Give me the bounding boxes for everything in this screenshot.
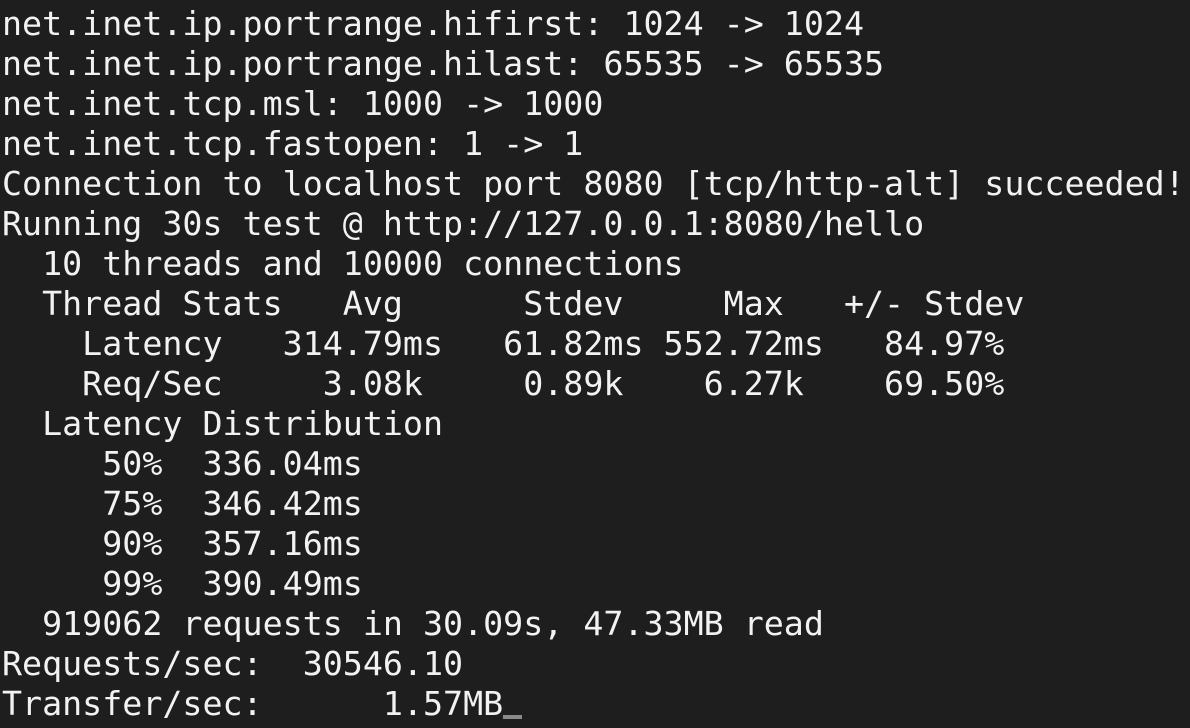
- output-line: 10 threads and 10000 connections: [2, 244, 684, 283]
- output-line: net.inet.tcp.msl: 1000 -> 1000: [2, 84, 604, 123]
- output-line: Running 30s test @ http://127.0.0.1:8080…: [2, 204, 925, 243]
- output-line: Requests/sec: 30546.10: [2, 644, 464, 683]
- output-line: net.inet.ip.portrange.hifirst: 1024 -> 1…: [2, 4, 864, 43]
- output-line: 90% 357.16ms: [2, 524, 363, 563]
- cursor: [503, 715, 523, 719]
- output-line: 919062 requests in 30.09s, 47.33MB read: [2, 604, 824, 643]
- output-line: Connection to localhost port 8080 [tcp/h…: [2, 164, 1185, 203]
- output-line: 75% 346.42ms: [2, 484, 363, 523]
- output-line: 99% 390.49ms: [2, 564, 363, 603]
- output-line: net.inet.ip.portrange.hilast: 65535 -> 6…: [2, 44, 885, 83]
- output-line: 50% 336.04ms: [2, 444, 363, 483]
- output-line: Req/Sec 3.08k 0.89k 6.27k 69.50%: [2, 364, 1005, 403]
- output-line: Latency Distribution: [2, 404, 444, 443]
- output-line-text: Transfer/sec: 1.57MB: [2, 684, 504, 723]
- output-line: Thread Stats Avg Stdev Max +/- Stdev: [2, 284, 1025, 323]
- output-line: Latency 314.79ms 61.82ms 552.72ms 84.97%: [2, 324, 1005, 363]
- terminal-window[interactable]: net.inet.ip.portrange.hifirst: 1024 -> 1…: [0, 0, 1190, 728]
- output-line: net.inet.tcp.fastopen: 1 -> 1: [2, 124, 584, 163]
- output-line-last: Transfer/sec: 1.57MB: [2, 684, 1190, 724]
